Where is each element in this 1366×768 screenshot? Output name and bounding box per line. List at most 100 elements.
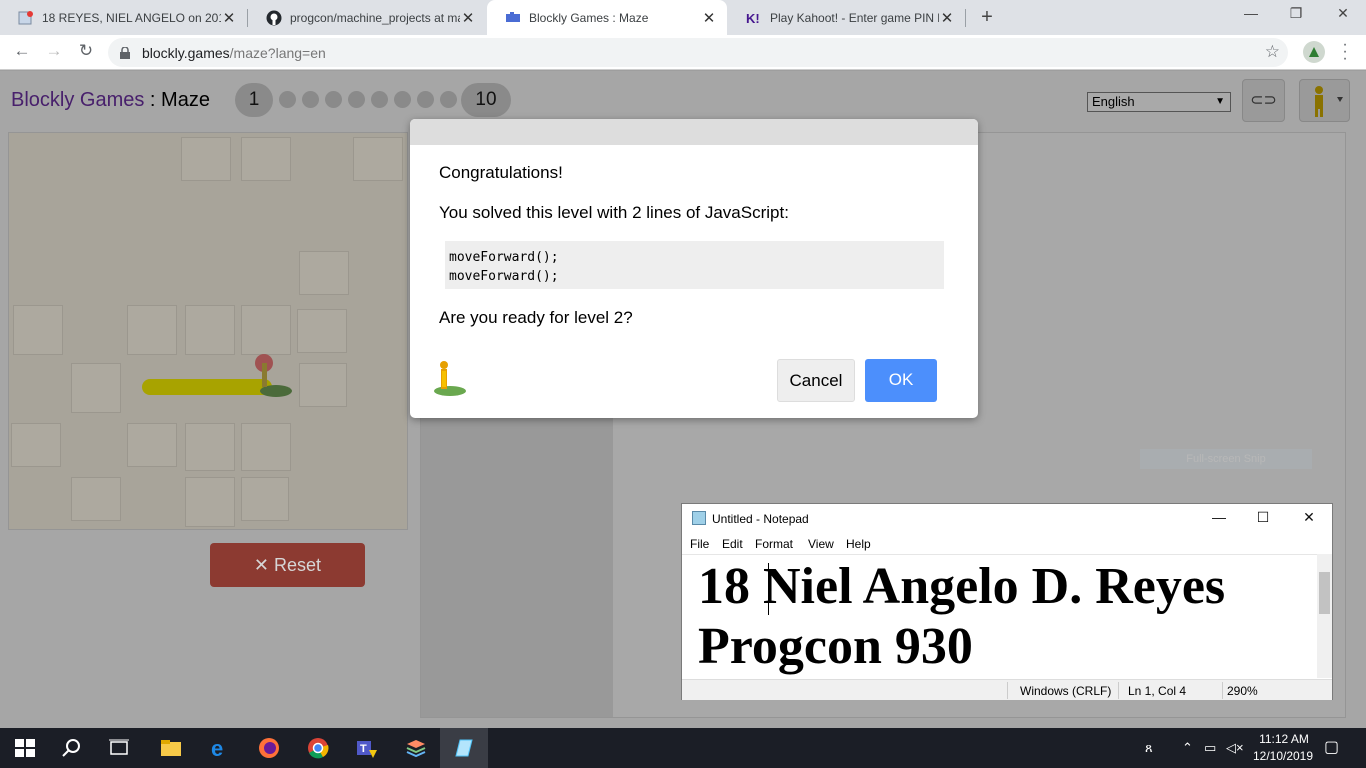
link-button[interactable]: ⊂⊃ xyxy=(1242,79,1285,122)
maze-wall xyxy=(71,363,121,413)
minimize-icon[interactable]: — xyxy=(1204,509,1234,525)
level-dot[interactable] xyxy=(302,91,319,108)
volume-mute-icon[interactable]: ◁× xyxy=(1226,740,1244,756)
maze-wall xyxy=(299,363,347,407)
close-icon[interactable]: ✕ xyxy=(1294,509,1324,526)
menu-help[interactable]: Help xyxy=(846,537,871,551)
bookmark-star-icon[interactable]: ☆ xyxy=(1265,42,1280,62)
search-icon[interactable] xyxy=(60,736,84,760)
finish-marker-icon xyxy=(255,354,292,397)
pegman-button[interactable] xyxy=(1299,79,1350,122)
maximize-icon[interactable]: ☐ xyxy=(1248,509,1278,526)
chevron-down-icon: ▼ xyxy=(1215,96,1225,107)
close-icon[interactable]: ✕ xyxy=(221,9,237,27)
level-dot[interactable] xyxy=(371,91,388,108)
menu-edit[interactable]: Edit xyxy=(722,537,743,551)
network-icon[interactable]: ▭ xyxy=(1204,740,1216,756)
maze-wall xyxy=(353,137,403,181)
maze-wall xyxy=(299,251,349,295)
level-10-bubble[interactable]: 10 xyxy=(461,83,511,117)
title-separator: : xyxy=(144,89,162,111)
level-dot[interactable] xyxy=(417,91,434,108)
pegman-icon xyxy=(434,361,466,396)
notepad-icon xyxy=(692,511,706,525)
file-explorer-icon[interactable] xyxy=(159,736,183,760)
code-line: moveForward(); xyxy=(449,269,559,284)
people-icon[interactable]: ጸ xyxy=(1145,740,1153,756)
text-line: Progcon 930 xyxy=(698,618,973,675)
minimize-window-button[interactable]: — xyxy=(1236,5,1266,21)
menu-format[interactable]: Format xyxy=(755,537,793,551)
close-icon: ✕ xyxy=(253,555,270,575)
maze-wall xyxy=(181,137,231,181)
notepad-window: Untitled - Notepad — ☐ ✕ File Edit Forma… xyxy=(681,503,1333,700)
level-dot[interactable] xyxy=(325,91,342,108)
tab-kahoot[interactable]: K! Play Kahoot! - Enter game PIN he ✕ xyxy=(728,0,965,35)
notifications-icon[interactable]: ▢ xyxy=(1324,737,1339,757)
chevron-up-icon[interactable]: ⌃ xyxy=(1182,740,1193,756)
restore-window-button[interactable]: ❐ xyxy=(1281,5,1311,22)
cancel-button[interactable]: Cancel xyxy=(777,359,855,402)
dialog-heading: Congratulations! xyxy=(439,163,563,182)
edge-icon[interactable]: e xyxy=(208,736,232,760)
menu-view[interactable]: View xyxy=(808,537,834,551)
tab-divider xyxy=(965,9,966,27)
level-dot[interactable] xyxy=(440,91,457,108)
teams-icon[interactable]: T xyxy=(355,736,379,760)
tab-blockly-maze[interactable]: Blockly Games : Maze ✕ xyxy=(487,0,727,35)
arrow-right-icon[interactable]: → xyxy=(42,41,66,61)
language-value: English xyxy=(1092,94,1135,109)
code-block: moveForward(); moveForward(); xyxy=(445,241,944,289)
firefox-icon[interactable] xyxy=(257,736,281,760)
stack-app-icon[interactable] xyxy=(404,736,428,760)
status-position: Ln 1, Col 4 xyxy=(1128,684,1187,698)
close-icon[interactable]: ✕ xyxy=(939,9,955,27)
browser-menu-icon[interactable]: · · · xyxy=(1338,37,1352,67)
brand-link[interactable]: Blockly Games xyxy=(11,89,144,111)
ok-button[interactable]: OK xyxy=(865,359,937,402)
text-line: 18 Niel Angelo D. Reyes xyxy=(698,558,1226,615)
task-view-icon[interactable] xyxy=(107,736,131,760)
link-icon: ⊂⊃ xyxy=(1250,92,1277,109)
github-icon xyxy=(266,10,282,26)
arrow-left-icon[interactable]: ← xyxy=(10,41,34,61)
lock-icon xyxy=(120,46,130,59)
code-line: moveForward(); xyxy=(449,250,559,265)
tab-progcon[interactable]: progcon/machine_projects at ma ✕ xyxy=(248,0,486,35)
new-tab-button[interactable]: + xyxy=(976,6,998,29)
kahoot-icon: K! xyxy=(746,10,762,26)
level-dot[interactable] xyxy=(279,91,296,108)
vertical-scrollbar[interactable] xyxy=(1317,554,1332,678)
chrome-icon[interactable] xyxy=(306,736,330,760)
close-icon[interactable]: ✕ xyxy=(701,9,717,27)
menu-file[interactable]: File xyxy=(690,537,709,551)
reset-button[interactable]: ✕ Reset xyxy=(210,543,365,587)
status-divider xyxy=(1222,682,1223,699)
maze-wall xyxy=(185,477,235,527)
language-select[interactable]: English ▼ xyxy=(1087,92,1231,112)
maze-wall xyxy=(127,305,177,355)
notepad-title: Untitled - Notepad xyxy=(712,512,809,526)
reload-icon[interactable]: ↻ xyxy=(74,41,98,61)
scrollbar-thumb[interactable] xyxy=(1319,572,1330,614)
clock-time[interactable]: 11:12 AM xyxy=(1254,732,1314,746)
snipping-tool-icon[interactable] xyxy=(452,736,476,760)
level-dot[interactable] xyxy=(348,91,365,108)
windows-start-icon[interactable] xyxy=(13,736,37,760)
text-caret xyxy=(768,563,769,615)
url-host: blockly.games xyxy=(142,45,230,61)
level-1-bubble[interactable]: 1 xyxy=(235,83,273,117)
tab-reyes[interactable]: 18 REYES, NIEL ANGELO on 2019 ✕ xyxy=(0,0,247,35)
notepad-titlebar[interactable]: Untitled - Notepad — ☐ ✕ xyxy=(682,504,1332,533)
dialog-question: Are you ready for level 2? xyxy=(439,308,633,327)
profile-avatar[interactable] xyxy=(1303,41,1325,63)
close-icon[interactable]: ✕ xyxy=(460,9,476,27)
snip-hint: Full-screen Snip xyxy=(1140,449,1312,469)
tab-label: Play Kahoot! - Enter game PIN he xyxy=(770,10,939,25)
notepad-text-area[interactable]: 18 Niel Angelo D. Reyes Progcon 930 xyxy=(682,554,1317,678)
address-bar[interactable]: blockly.games/maze?lang=en ☆ xyxy=(108,38,1288,67)
tab-label: Blockly Games : Maze xyxy=(529,10,649,25)
close-window-button[interactable]: ✕ xyxy=(1328,5,1358,22)
clock-date[interactable]: 12/10/2019 xyxy=(1250,749,1316,763)
level-dot[interactable] xyxy=(394,91,411,108)
